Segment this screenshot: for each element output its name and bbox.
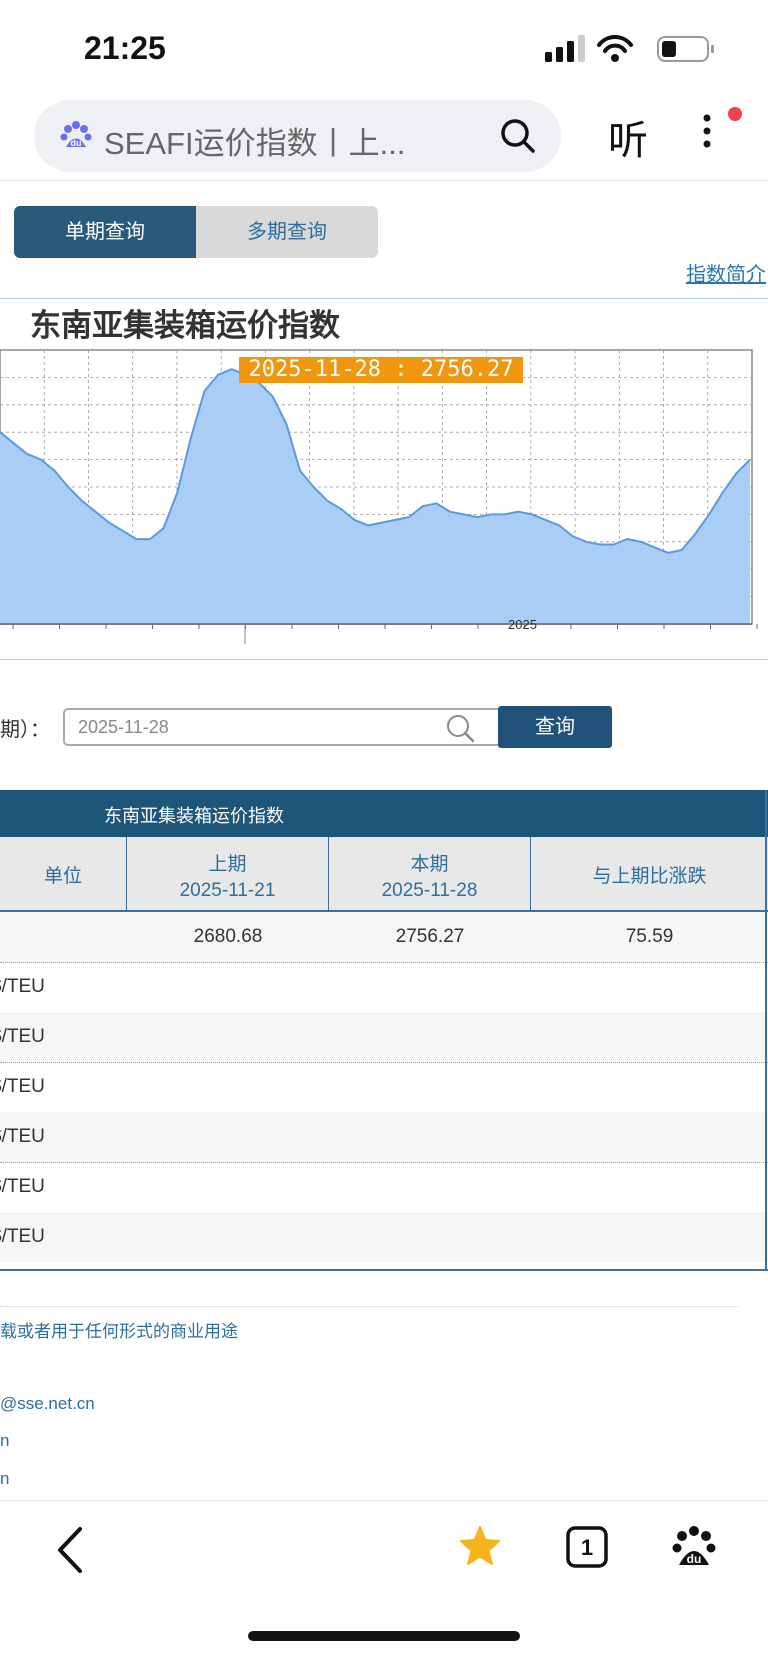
browser-toolbar: du SEAFI运价指数丨上... 听 [0,100,768,181]
cell-unit: $/TEU [0,1076,45,1097]
table-row: $/TEU [0,1162,768,1213]
wifi-icon [597,35,633,62]
footer-email[interactable]: @sse.net.cn [0,1394,95,1414]
address-text: SEAFI运价指数丨上... [104,126,406,161]
svg-text:1: 1 [581,1535,593,1560]
cell-unit: $/TEU [0,1126,45,1147]
address-bar[interactable]: du SEAFI运价指数丨上... [34,100,561,172]
table-row: $/TEU [0,1012,768,1063]
status-icons [545,34,720,69]
query-button[interactable]: 查询 [498,706,612,748]
table-title: 东南亚集装箱运价指数 [104,806,284,826]
chart-title: 东南亚集装箱运价指数 [30,308,340,344]
table-row: $/TEU [0,962,768,1013]
cell-unit: $/TEU [0,1026,45,1047]
col-cur-label: 本期 [410,854,449,875]
table-row: 2680.68 2756.27 75.59 [0,912,768,963]
table-border-right [765,790,767,1271]
home-indicator [248,1631,520,1641]
baidu-home-icon[interactable]: du [670,1523,718,1571]
table-border-bottom [0,1269,768,1271]
index-chart[interactable] [0,349,768,649]
date-input[interactable]: 2025-11-28 [63,708,509,746]
baidu-paw-icon: du [60,121,92,148]
svg-text:du: du [71,138,82,148]
date-label: 期）： [0,719,50,741]
cell-unit: $/TEU [0,1176,45,1197]
search-icon[interactable] [500,118,536,154]
date-query-row: 期）： 2025-11-28 查询 [0,701,768,761]
chart-tooltip: 2025-11-28 : 2756.27 [239,357,523,383]
footer-line[interactable]: n [0,1469,9,1489]
tab-single-query[interactable]: 单期查询 [14,206,196,258]
date-input-value: 2025-11-28 [78,717,169,737]
star-favorite-icon[interactable] [458,1525,502,1569]
more-menu-icon[interactable] [695,106,745,156]
footer-divider [0,1306,738,1307]
tabs-count-icon[interactable]: 1 [565,1525,609,1569]
table-row: $/TEU [0,1062,768,1113]
col-unit-label: 单位 [43,866,82,887]
status-time: 21:25 [84,30,166,66]
battery-icon [657,36,714,62]
magnifier-icon[interactable] [445,713,475,743]
listen-button[interactable]: 听 [608,108,648,166]
svg-text:du: du [687,1552,702,1566]
col-header-change: 与上期比涨跌 [531,837,768,910]
col-header-cur: 本期 2025-11-28 [329,837,531,910]
table-title-bar: 东南亚集装箱运价指数 [0,790,768,837]
cellular-signal-icon [545,35,585,62]
col-header-prev: 上期 2025-11-21 [127,837,329,910]
col-change-label: 与上期比涨跌 [592,866,707,887]
cell-unit: $/TEU [0,1226,45,1247]
col-prev-label: 上期 [208,854,247,875]
x-tick-label-2025: 2025 [508,617,537,632]
table-column-headers: 单位 上期 2025-11-21 本期 2025-11-28 与上期比涨跌 [0,837,768,912]
chart-panel: 东南亚集装箱运价指数 2025-11-28 : 2756.27 2025 [0,298,768,660]
page-content: 单期查询 多期查询 指数简介 东南亚集装箱运价指数 2025-11-28 : 2… [0,181,768,1499]
col-prev-date: 2025-11-21 [179,880,276,901]
table-row: $/TEU [0,1212,768,1262]
cell-cur: 2756.27 [395,926,465,947]
tab-multi-query[interactable]: 多期查询 [196,206,378,258]
cell-change: 75.59 [625,926,674,947]
cell-unit: $/TEU [0,976,45,997]
col-header-unit: 单位 [0,837,127,910]
back-arrow-icon[interactable] [50,1525,90,1575]
status-bar: 21:25 [0,0,768,100]
footer-notice: 载或者用于任何形式的商业用途 [0,1322,238,1341]
table-row: $/TEU [0,1112,768,1163]
index-intro-link[interactable]: 指数简介 [686,258,766,287]
footer-line[interactable]: n [0,1431,9,1451]
col-cur-date: 2025-11-28 [381,880,478,901]
cell-prev: 2680.68 [193,926,263,947]
